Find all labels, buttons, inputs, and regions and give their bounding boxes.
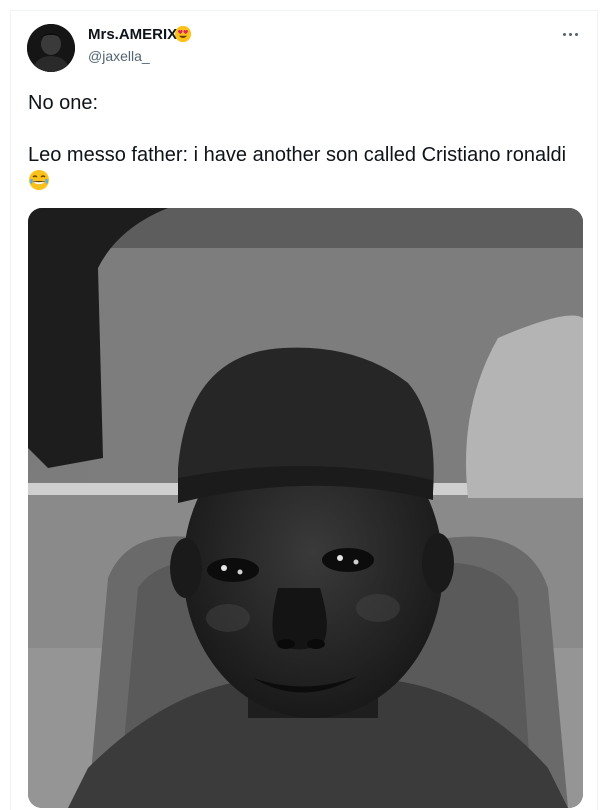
handle[interactable]: @jaxella_ xyxy=(88,48,150,64)
tweet-text-line1: No one: xyxy=(28,92,99,114)
tweet-text-body: Leo messo father: i have another son cal… xyxy=(28,144,567,166)
photo-of-man-in-cap xyxy=(28,208,583,808)
tweet-text: No one: Leo messo father: i have another… xyxy=(28,90,578,194)
ellipsis-icon[interactable] xyxy=(558,24,582,44)
tweet-photo[interactable] xyxy=(28,208,583,808)
heart-eyes-emoji-icon xyxy=(174,25,192,43)
tweet-text-line2: Leo messo father: i have another son cal… xyxy=(28,142,578,194)
tears-of-joy-emoji-icon xyxy=(29,170,49,190)
display-name[interactable]: Mrs.AMERIX xyxy=(88,26,177,43)
avatar[interactable] xyxy=(27,24,75,72)
